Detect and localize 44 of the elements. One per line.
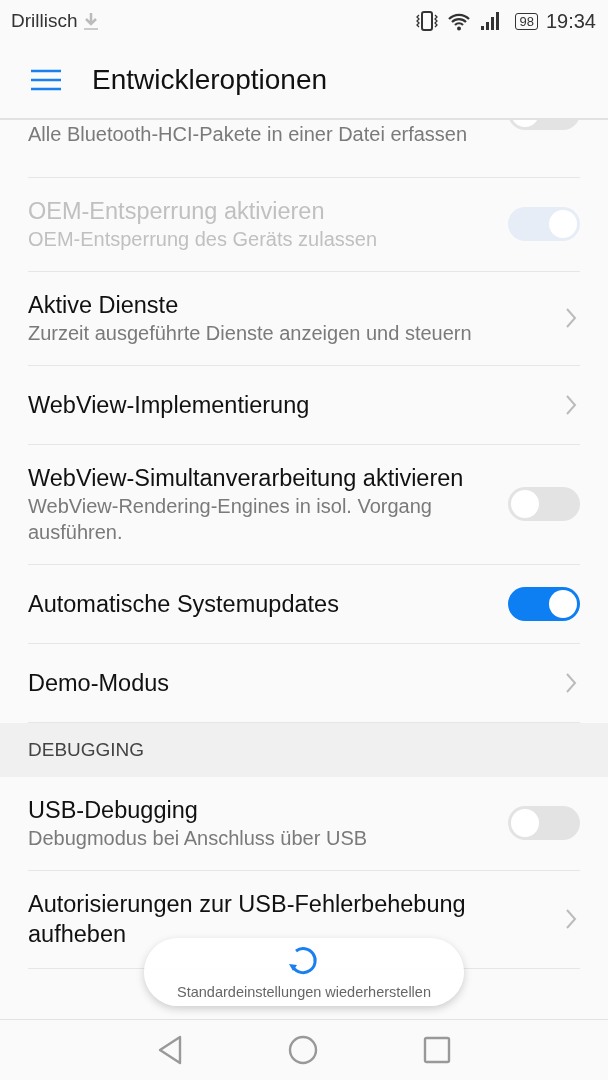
- battery-level: 98: [515, 12, 538, 30]
- setting-title: USB-Debugging: [28, 796, 199, 825]
- setting-title: OEM-Entsperrung aktivieren: [28, 197, 326, 226]
- settings-row[interactable]: USB-Debugging Debugmodus bei Anschluss über USB: [28, 777, 580, 871]
- setting-description: Alle Bluetooth-HCI-Pakete in einer Datei erfassen: [28, 122, 469, 147]
- setting-title: Aktive Dienste: [28, 291, 180, 320]
- vibrate-icon: [415, 10, 440, 32]
- wifi-icon: [447, 11, 472, 31]
- setting-description: OEM-Entsperrung des Geräts zulassen: [28, 227, 379, 252]
- setting-description: WebView-Rendering-Engines in isol. Vorgang ausführen.: [28, 494, 433, 545]
- toast-message: Standardeinstellungen wiederherstellen: [177, 984, 431, 1000]
- carrier-name: Drillisch: [11, 10, 78, 32]
- settings-row[interactable]: Alle Bluetooth-HCI-Pakete in einer Datei erfassen: [28, 120, 580, 178]
- back-icon: [157, 1035, 183, 1065]
- back-button[interactable]: [157, 1035, 183, 1065]
- settings-row[interactable]: Automatische Systemupdates: [28, 565, 580, 644]
- setting-description: Zurzeit ausgeführte Dienste anzeigen und steuern: [28, 321, 473, 346]
- setting-description: Debugmodus bei Anschluss über USB: [28, 826, 369, 851]
- chevron-right-icon: [565, 393, 577, 416]
- settings-row[interactable]: WebView-Simultanverarbeitung aktivieren WebView-Rendering-Engines in isol. Vorgang ausführen.: [28, 445, 580, 565]
- download-icon: [81, 11, 100, 31]
- setting-title: Autorisierungen zur USB-Fehlerbehebung aufheben: [28, 890, 467, 949]
- chevron-right-icon: [565, 908, 577, 930]
- chevron-right-icon: [565, 671, 577, 694]
- recents-icon: [423, 1036, 451, 1064]
- toggle-switch[interactable]: [508, 586, 580, 621]
- setting-title: WebView-Implementierung: [28, 390, 311, 420]
- toggle-switch[interactable]: [508, 806, 580, 840]
- signal-icon: [479, 11, 502, 31]
- page-title: Entwickleroptionen: [92, 64, 328, 96]
- setting-title: WebView-Simultanverarbeitung aktivieren: [28, 464, 465, 493]
- home-icon: [288, 1035, 318, 1065]
- chevron-right-icon: [565, 307, 577, 329]
- menu-button[interactable]: [30, 68, 62, 92]
- home-button[interactable]: [288, 1035, 318, 1065]
- settings-row[interactable]: WebView-Implementierung: [28, 366, 580, 445]
- toggle-switch[interactable]: [508, 487, 580, 521]
- setting-title: Demo-Modus: [28, 668, 171, 698]
- section-title: DEBUGGING: [28, 739, 145, 761]
- clock-time: 19:34: [545, 9, 596, 33]
- settings-row[interactable]: Aktive Dienste Zurzeit ausgeführte Dienste anzeigen und steuern: [28, 272, 580, 366]
- recents-button[interactable]: [423, 1036, 451, 1064]
- menu-icon: [30, 68, 62, 92]
- setting-title: Automatische Systemupdates: [28, 589, 340, 619]
